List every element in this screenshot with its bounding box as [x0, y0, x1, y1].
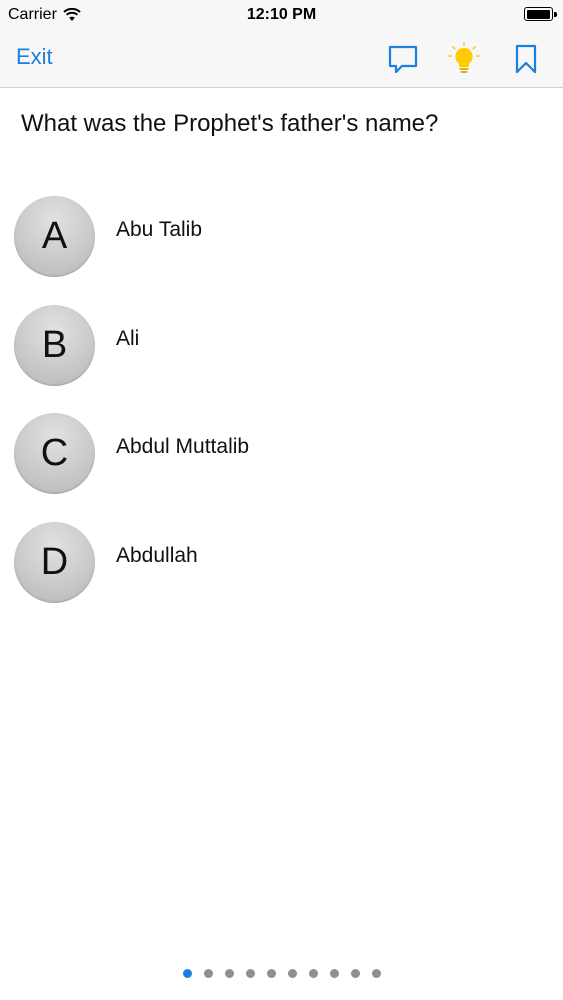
answer-text[interactable]: Abdul Muttalib [116, 435, 249, 459]
answer-option-c[interactable]: C Abdul Muttalib [14, 413, 544, 495]
battery-level [526, 9, 550, 19]
page-dot-4[interactable] [245, 969, 255, 978]
answer-letter-button[interactable]: A [14, 196, 95, 277]
answer-letter-button[interactable]: D [14, 522, 95, 603]
question-text: What was the Prophet's father's name? [21, 110, 439, 137]
page-dot-9[interactable] [350, 969, 360, 978]
answer-text[interactable]: Ali [116, 327, 139, 351]
answer-text[interactable]: Abu Talib [116, 218, 202, 242]
status-bar: Carrier 12:10 PM [0, 0, 563, 32]
page-dot-7[interactable] [308, 969, 318, 978]
answer-text[interactable]: Abdullah [116, 544, 198, 568]
answer-option-a[interactable]: A Abu Talib [14, 196, 544, 278]
bookmark-icon[interactable] [509, 42, 543, 76]
answer-option-d[interactable]: D Abdullah [14, 522, 544, 604]
page-dot-1[interactable] [182, 969, 192, 978]
page-dot-6[interactable] [287, 969, 297, 978]
page-indicator[interactable] [0, 969, 563, 978]
clock: 12:10 PM [246, 6, 317, 23]
lightbulb-icon[interactable] [447, 42, 481, 76]
exit-button[interactable]: Exit [16, 44, 53, 70]
battery-icon [524, 7, 557, 21]
page-dot-2[interactable] [203, 969, 213, 978]
page-dot-3[interactable] [224, 969, 234, 978]
page-dot-10[interactable] [371, 969, 381, 978]
page-dot-5[interactable] [266, 969, 276, 978]
answer-letter-button[interactable]: C [14, 413, 95, 494]
answer-option-b[interactable]: B Ali [14, 305, 544, 387]
navigation-bar: Exit [0, 32, 563, 88]
battery-tip [554, 11, 557, 17]
comment-icon[interactable] [386, 42, 420, 76]
page-dot-8[interactable] [329, 969, 339, 978]
answer-letter-button[interactable]: B [14, 305, 95, 386]
